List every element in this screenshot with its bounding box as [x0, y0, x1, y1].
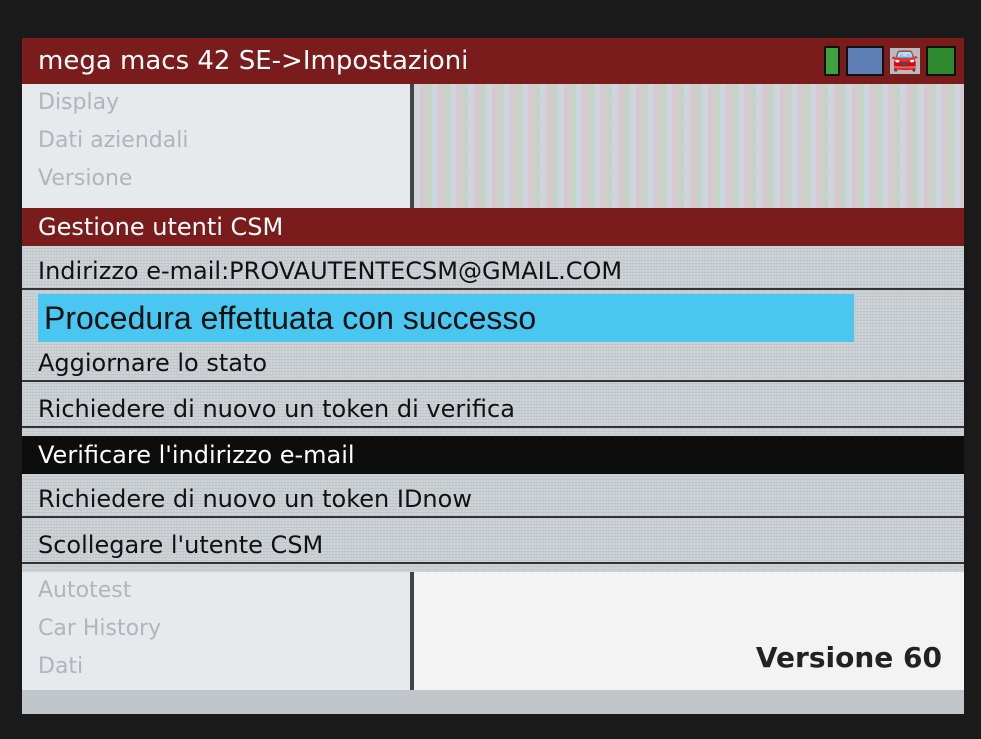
menu-item-data[interactable]: Dati: [22, 648, 410, 686]
action-update-status[interactable]: Aggiornare lo stato: [22, 344, 964, 382]
device-screen: mega macs 42 SE->Impostazioni 🚘 Display …: [22, 38, 964, 714]
section-header: Gestione utenti CSM: [22, 208, 964, 246]
version-label: Versione 60: [755, 641, 942, 674]
menu-item-autotest[interactable]: Autotest: [22, 572, 410, 610]
status-icons: 🚘: [824, 46, 956, 76]
email-row: Indirizzo e-mail:PROVAUTENTECSM@GMAIL.CO…: [22, 252, 964, 290]
action-disconnect-user[interactable]: Scollegare l'utente CSM: [22, 526, 964, 564]
menu-item-version[interactable]: Versione: [22, 160, 410, 198]
success-banner: Procedura effettuata con successo: [38, 294, 854, 342]
action-verify-email[interactable]: Verificare l'indirizzo e-mail: [22, 436, 964, 474]
monitor-icon: [846, 46, 884, 76]
battery-icon: [824, 46, 840, 76]
preview-panel: [414, 84, 964, 208]
menu-item-car-history[interactable]: Car History: [22, 610, 410, 648]
car-icon: 🚘: [890, 48, 920, 74]
bottom-menu: Autotest Car History Dati: [22, 572, 414, 694]
action-request-verification-token[interactable]: Richiedere di nuovo un token di verifica: [22, 390, 964, 428]
footer-bar: [22, 690, 964, 714]
menu-item-company-data[interactable]: Dati aziendali: [22, 122, 410, 160]
window-title: mega macs 42 SE->Impostazioni: [38, 46, 469, 76]
title-bar: mega macs 42 SE->Impostazioni 🚘: [22, 38, 964, 84]
settings-menu: Display Dati aziendali Versione: [22, 84, 414, 208]
network-icon: [926, 46, 956, 76]
menu-item-display[interactable]: Display: [22, 84, 410, 122]
info-panel: Versione 60: [414, 572, 964, 690]
action-request-idnow-token[interactable]: Richiedere di nuovo un token IDnow: [22, 480, 964, 518]
